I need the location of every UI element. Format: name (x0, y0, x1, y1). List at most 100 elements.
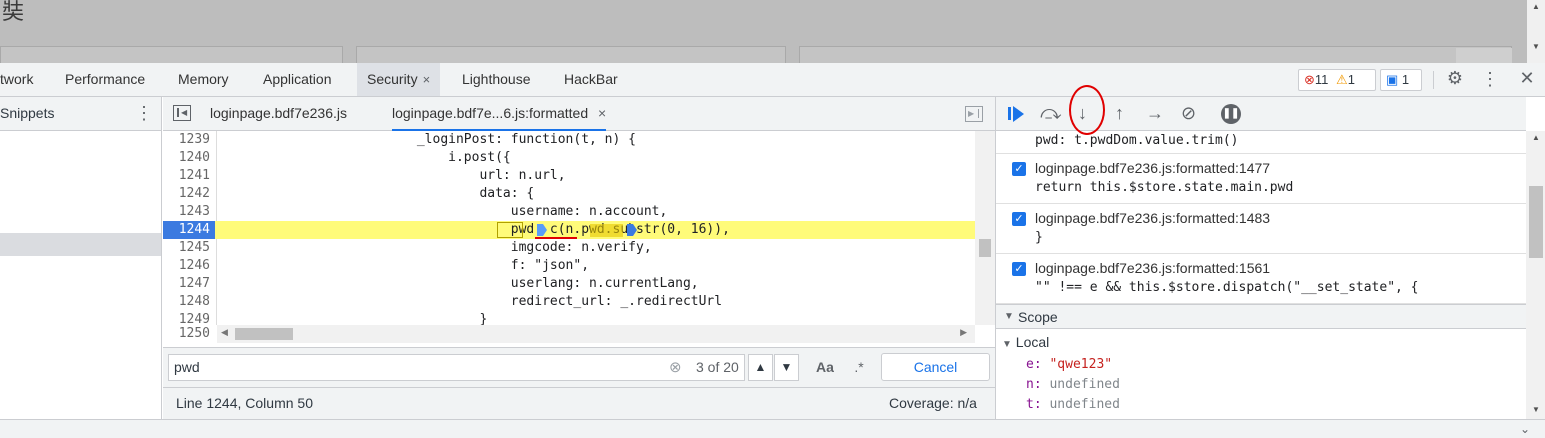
tab-lighthouse[interactable]: Lighthouse (462, 63, 531, 96)
coverage-status[interactable]: Coverage: n/a (889, 388, 977, 419)
editor-tabs: ◀ loginpage.bdf7e236.js loginpage.bdf7e.… (163, 97, 995, 131)
line-number[interactable]: 1243 (163, 203, 210, 221)
code-line[interactable]: 1249 } (163, 311, 975, 325)
search-input-value: pwd (174, 359, 200, 375)
line-number[interactable]: 1250 (163, 325, 217, 343)
close-icon[interactable]: × (598, 105, 606, 121)
tab-network[interactable]: twork (0, 63, 33, 96)
tab-application[interactable]: Application (263, 63, 332, 96)
editor-vertical-scrollbar[interactable] (975, 131, 995, 325)
step-icon[interactable]: → (1146, 103, 1164, 124)
scope-variable[interactable]: n: undefined (1026, 377, 1120, 392)
line-number[interactable]: 1245 (163, 239, 210, 257)
page-scrollbar[interactable]: ▲ ▼ (1527, 0, 1545, 63)
messages-counter[interactable]: ▣ 1 (1380, 69, 1422, 91)
debugger-sidebar: ⤼ ↓ ↑ → ⊘ ❚❚ pwd: t.pwdDom.value.trim() … (995, 85, 1545, 419)
settings-gear-icon[interactable]: ⚙ (1444, 68, 1466, 89)
code-text: f: "json", (229, 258, 590, 273)
page-heading-fragment: 奘 (2, 0, 25, 25)
breakpoint-location: loginpage.bdf7e236.js:formatted:1561 (1035, 260, 1271, 276)
search-next-button[interactable]: ▼ (774, 354, 799, 381)
step-out-icon[interactable]: ↑ (1115, 103, 1124, 124)
breakpoint-checkbox[interactable]: ✓ (1012, 262, 1026, 276)
tab-hackbar[interactable]: HackBar (564, 63, 618, 96)
tab-security[interactable]: Security × (357, 63, 441, 96)
code-line[interactable]: 1242 data: { (163, 185, 975, 203)
line-number[interactable]: 1239 (163, 131, 210, 149)
variable-name: e: (1026, 357, 1042, 372)
line-number[interactable]: 1242 (163, 185, 210, 203)
more-options-icon[interactable]: ⋮ (1480, 69, 1500, 90)
breakpoint-item[interactable]: ✓ loginpage.bdf7e236.js:formatted:1477 r… (996, 154, 1526, 204)
code-text: pwd: c(n.pwd.substr(0, 16)), (229, 222, 730, 237)
scope-section-header[interactable]: ▼ Scope (996, 304, 1526, 329)
issues-counter[interactable]: ⊗11 ⚠1 (1298, 69, 1376, 91)
tab-snippets[interactable]: Snippets (0, 105, 54, 121)
toggle-debugger-icon[interactable]: ▶ (965, 106, 983, 122)
line-number[interactable]: 1241 (163, 167, 210, 185)
breakpoint-line-number[interactable]: 1244 (163, 221, 215, 239)
search-match-highlight (497, 222, 523, 238)
tab-performance[interactable]: Performance (65, 63, 145, 96)
page-background: 奘 ▲ ▼ (0, 0, 1545, 63)
line-number[interactable]: 1246 (163, 257, 210, 275)
code-area[interactable]: 1239 _loginPost: function(t, n) { 1240 i… (163, 131, 975, 325)
scroll-up-icon[interactable]: ▲ (1532, 2, 1540, 11)
more-options-icon[interactable]: ⋮ (135, 97, 153, 130)
scroll-down-icon[interactable]: ▼ (1532, 405, 1540, 414)
line-number[interactable]: 1249 (163, 311, 210, 325)
breakpoint-item[interactable]: ✓ loginpage.bdf7e236.js:formatted:1561 "… (996, 254, 1526, 304)
debugger-vertical-scrollbar[interactable]: ▲ ▼ (1526, 131, 1545, 419)
chevron-down-icon[interactable]: ⌄ (1520, 422, 1530, 436)
match-case-button[interactable]: Aa (813, 354, 837, 381)
scrollbar-thumb[interactable] (235, 328, 293, 340)
breakpoint-checkbox[interactable]: ✓ (1012, 162, 1026, 176)
editor-tab-source[interactable]: loginpage.bdf7e236.js (210, 97, 347, 130)
close-devtools-icon[interactable]: ✕ (1516, 68, 1538, 89)
step-over-icon[interactable]: ⤼ (1040, 102, 1061, 125)
code-line[interactable]: 1247 userlang: n.currentLang, (163, 275, 975, 293)
search-previous-button[interactable]: ▲ (748, 354, 773, 381)
code-line[interactable]: 1245 imgcode: n.verify, (163, 239, 975, 257)
pause-on-exceptions-icon[interactable]: ❚❚ (1221, 104, 1241, 124)
code-line[interactable]: 1239 _loginPost: function(t, n) { (163, 131, 975, 149)
error-count: 11 (1314, 72, 1329, 87)
breakpoint-checkbox[interactable]: ✓ (1012, 212, 1026, 226)
scroll-down-icon[interactable]: ▼ (1532, 42, 1540, 51)
close-icon[interactable]: × (423, 72, 431, 87)
scrollbar-thumb[interactable] (979, 239, 991, 257)
regex-button[interactable]: .* (847, 354, 871, 381)
breakpoint-item[interactable]: pwd: t.pwdDom.value.trim() (996, 131, 1526, 154)
line-number[interactable]: 1248 (163, 293, 210, 311)
code-line[interactable]: 1246 f: "json", (163, 257, 975, 275)
editor-horizontal-scrollbar[interactable]: ◀ ▶ (217, 325, 975, 343)
paused-code-line[interactable]: 1244 pwd: c(n.pwd.substr(0, 16)), (163, 221, 975, 239)
editor-tab-formatted[interactable]: loginpage.bdf7e...6.js:formatted × (392, 97, 607, 131)
line-number[interactable]: 1247 (163, 275, 210, 293)
scroll-up-icon[interactable]: ▲ (1532, 133, 1540, 142)
tab-memory[interactable]: Memory (178, 63, 229, 96)
scroll-right-icon[interactable]: ▶ (960, 327, 967, 338)
local-scope-header[interactable]: ▼ Local (1002, 334, 1049, 350)
search-input[interactable]: pwd ⊗ 3 of 20 (168, 354, 745, 381)
code-line[interactable]: 1243 username: n.account, (163, 203, 975, 221)
toggle-navigator-icon[interactable]: ◀ (173, 105, 191, 121)
line-number[interactable]: 1240 (163, 149, 210, 167)
resume-icon[interactable] (1008, 105, 1026, 123)
editor-tab-formatted-label: loginpage.bdf7e...6.js:formatted (392, 105, 589, 121)
deactivate-breakpoints-icon[interactable]: ⊘ (1181, 103, 1196, 124)
expand-triangle-icon: ▼ (1004, 311, 1014, 322)
cancel-button[interactable]: Cancel (881, 353, 990, 381)
scroll-left-icon[interactable]: ◀ (221, 327, 228, 338)
code-line[interactable]: 1240 i.post({ (163, 149, 975, 167)
variable-name: t: (1026, 397, 1042, 412)
breakpoint-item[interactable]: ✓ loginpage.bdf7e236.js:formatted:1483 } (996, 204, 1526, 254)
code-line[interactable]: 1248 redirect_url: _.redirectUrl (163, 293, 975, 311)
scope-variable[interactable]: t: undefined (1026, 397, 1120, 412)
code-line[interactable]: 1241 url: n.url, (163, 167, 975, 185)
scope-variable[interactable]: e: "qwe123" (1026, 357, 1112, 372)
clear-search-icon[interactable]: ⊗ (669, 355, 682, 380)
scrollbar-thumb[interactable] (1529, 186, 1543, 258)
page-panel (0, 46, 343, 63)
selected-navigator-item[interactable] (0, 233, 161, 256)
